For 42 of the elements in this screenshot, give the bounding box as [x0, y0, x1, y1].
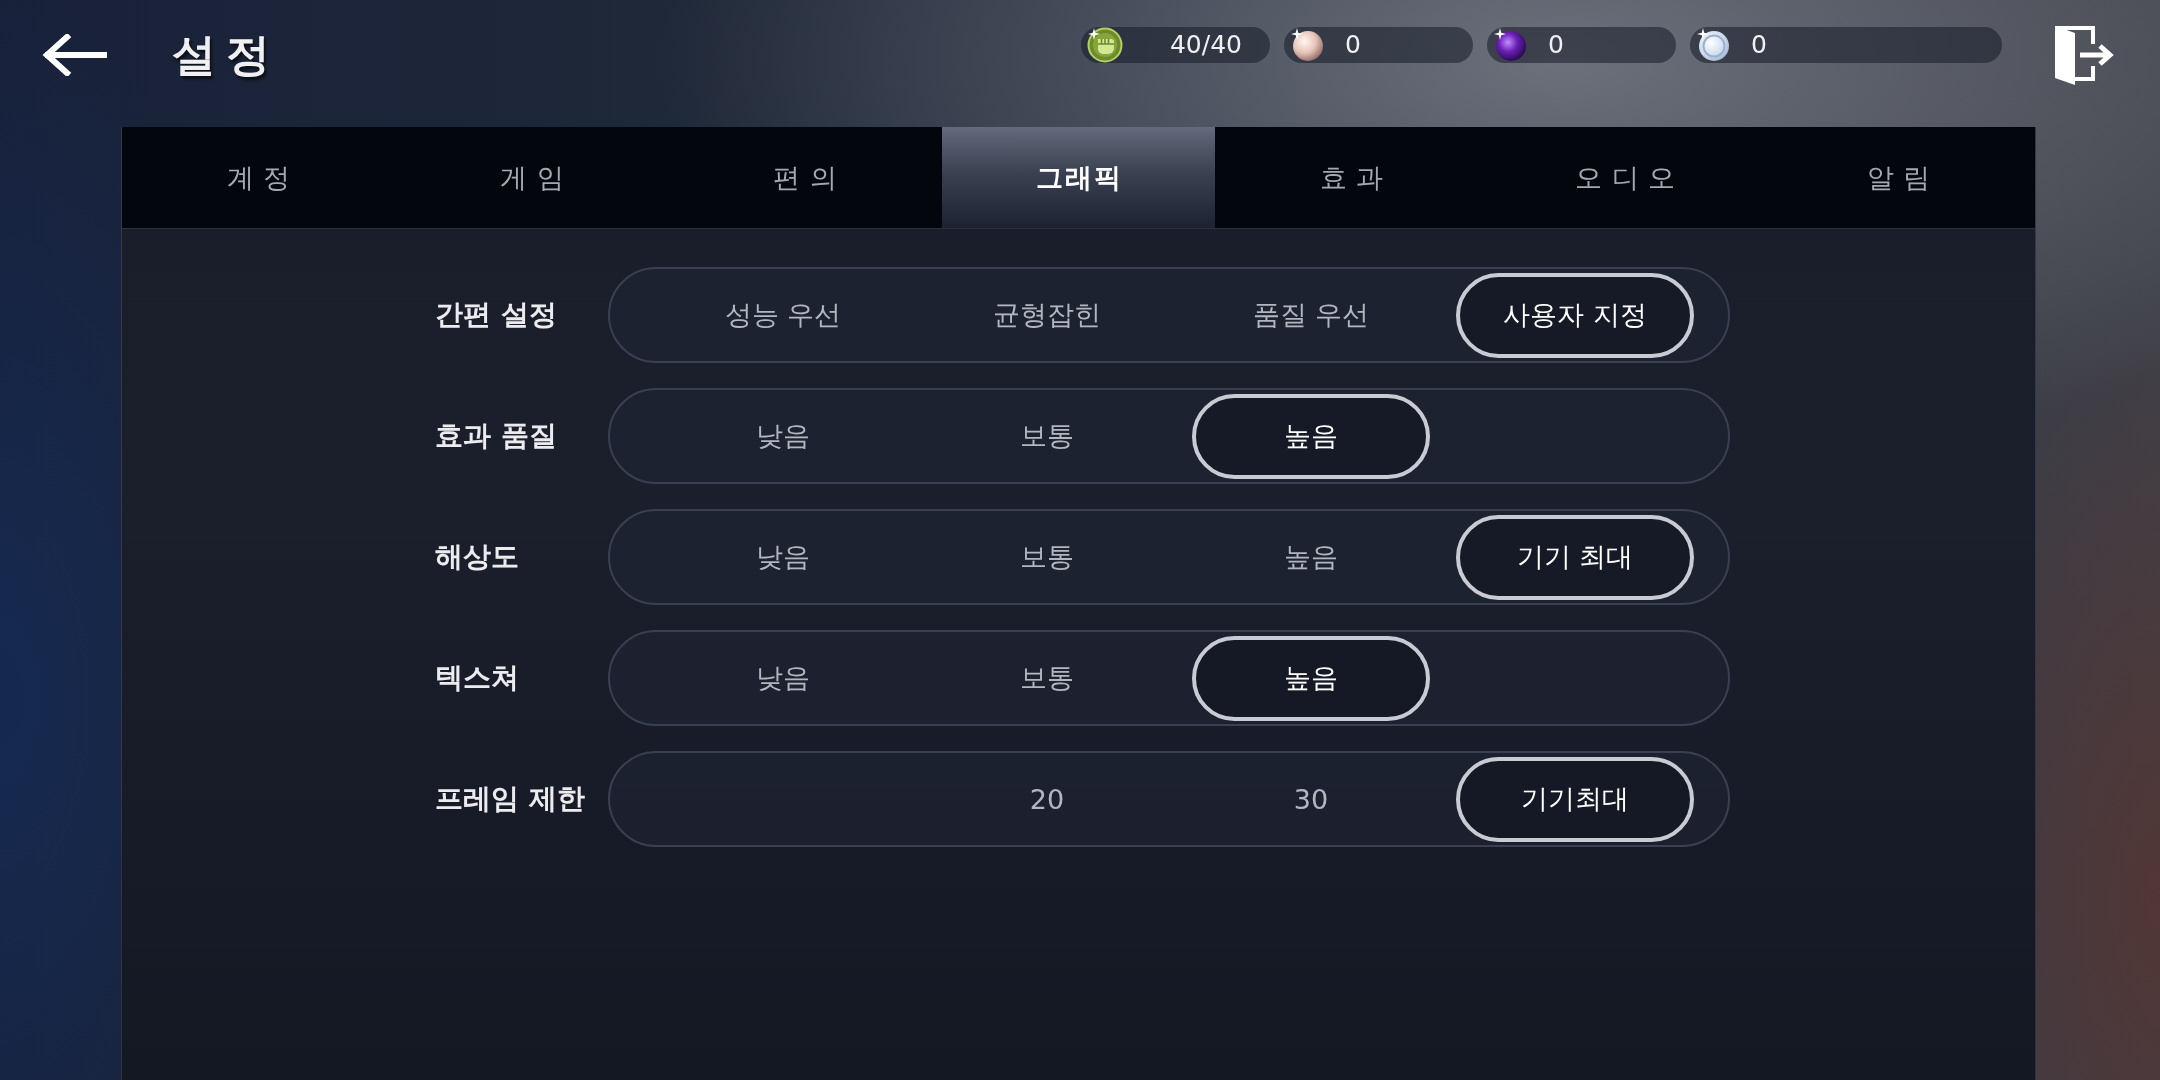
round-emblem-icon	[1087, 27, 1123, 63]
settings-tab[interactable]: 계정	[122, 127, 396, 228]
segment-option[interactable]: 보통	[928, 635, 1166, 721]
setting-label: 텍스쳐	[435, 660, 520, 696]
segment-option[interactable]: 보통	[928, 514, 1166, 600]
segment-option[interactable]: 보통	[928, 393, 1166, 479]
setting-label: 프레임 제한	[435, 781, 586, 817]
settings-tab[interactable]: 편의	[668, 127, 942, 228]
segment-option[interactable]: 20	[928, 756, 1166, 842]
segment-option[interactable]: 성능 우선	[664, 272, 902, 358]
orb-icon	[1493, 27, 1529, 63]
segment-option[interactable]: 균형잡힌	[928, 272, 1166, 358]
settings-tab[interactable]: 오디오	[1488, 127, 1762, 228]
currency-amount: 40/40	[1169, 30, 1242, 60]
setting-label: 간편 설정	[435, 297, 558, 333]
currency-amount: 0	[1751, 30, 1767, 60]
segment-option[interactable]: 사용자 지정	[1456, 272, 1694, 358]
settings-tab[interactable]: 게임	[395, 127, 669, 228]
setting-label: 효과 품질	[435, 418, 558, 454]
segment-option[interactable]: 높음	[1192, 393, 1430, 479]
segment-option[interactable]: 품질 우선	[1192, 272, 1430, 358]
back-arrow-icon	[41, 34, 107, 76]
pearl-icon	[1290, 27, 1326, 63]
segment-option[interactable]: 낮음	[664, 393, 902, 479]
segment-option[interactable]: 기기 최대	[1456, 514, 1694, 600]
coin-icon	[1696, 27, 1732, 63]
segment-option[interactable]: 높음	[1192, 514, 1430, 600]
segment-option[interactable]: 30	[1192, 756, 1430, 842]
segment-option[interactable]: 높음	[1192, 635, 1430, 721]
back-button[interactable]	[41, 34, 107, 76]
exit-button[interactable]	[2053, 25, 2115, 85]
page-title: 설정	[172, 28, 280, 82]
settings-tab[interactable]: 효과	[1215, 127, 1489, 228]
segment-option[interactable]: 낮음	[664, 635, 902, 721]
currency-amount: 0	[1548, 30, 1564, 60]
segment-option[interactable]: 낮음	[664, 514, 902, 600]
setting-label: 해상도	[435, 539, 520, 575]
settings-tab[interactable]: 알림	[1761, 127, 2035, 228]
segment-option[interactable]: 기기최대	[1456, 756, 1694, 842]
currency-amount: 0	[1345, 30, 1361, 60]
settings-tab[interactable]: 그래픽	[941, 127, 1216, 228]
exit-door-icon	[2053, 25, 2115, 85]
